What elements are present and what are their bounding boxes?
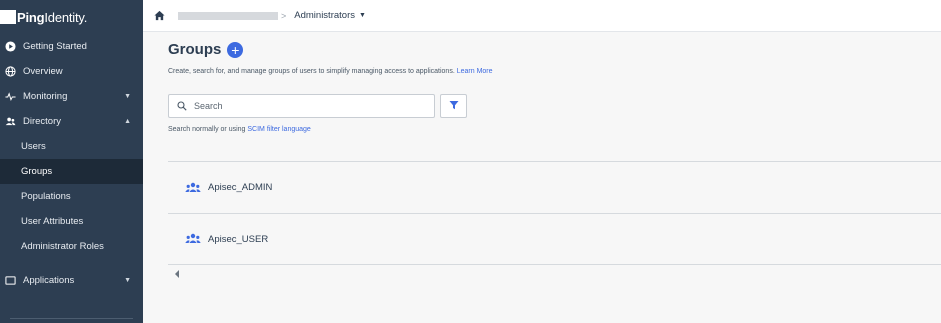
group-name: Apisec_USER	[208, 233, 269, 245]
description-text: Create, search for, and manage groups of…	[168, 68, 455, 75]
breadcrumb-current[interactable]: Administrators	[294, 10, 355, 21]
group-name: Apisec_ADMIN	[208, 182, 273, 193]
sidebar-subitem-user-attributes[interactable]: User Attributes	[0, 209, 143, 234]
page-title: Groups	[168, 41, 222, 58]
logo-text: PingIdentity.	[17, 9, 88, 25]
list-item[interactable]: Apisec_USER	[168, 213, 941, 265]
caret-down-icon[interactable]: ▼	[359, 12, 366, 19]
window-icon	[4, 275, 16, 287]
sidebar-item-directory[interactable]: Directory ▲	[0, 109, 143, 134]
globe-icon	[4, 66, 16, 78]
scim-filter-link[interactable]: SCIM filter language	[247, 126, 310, 133]
sidebar-item-overview[interactable]: Overview	[0, 59, 143, 84]
list-item[interactable]: Apisec_ADMIN	[168, 161, 941, 213]
sidebar-item-label: Monitoring	[23, 91, 68, 102]
learn-more-link[interactable]: Learn More	[457, 68, 493, 75]
search-box	[168, 94, 435, 118]
sidebar-item-label: Overview	[23, 66, 63, 77]
sidebar-subitem-populations[interactable]: Populations	[0, 184, 143, 209]
users-icon	[4, 116, 16, 128]
groups-list: Apisec_ADMIN Apisec_USER	[168, 161, 941, 265]
search-hint-text: Search normally or using	[168, 126, 246, 133]
sidebar-subitem-administrator-roles[interactable]: Administrator Roles	[0, 234, 143, 259]
add-group-button[interactable]: +	[227, 41, 244, 58]
sidebar: PingIdentity. Getting Started Overview M…	[0, 0, 143, 323]
ping-identity-logo[interactable]: PingIdentity.	[0, 0, 143, 34]
pulse-icon	[4, 91, 16, 103]
breadcrumb-separator: >	[281, 10, 287, 21]
search-input[interactable]	[194, 101, 424, 111]
group-icon	[185, 182, 201, 194]
sidebar-subitem-users[interactable]: Users	[0, 134, 143, 159]
sidebar-subitem-groups[interactable]: Groups	[0, 159, 143, 184]
play-circle-icon	[4, 41, 16, 53]
home-icon[interactable]	[153, 10, 165, 22]
search-icon	[177, 101, 187, 111]
sidebar-item-label: Directory	[23, 116, 62, 127]
filter-icon	[449, 97, 459, 115]
sidebar-nav: Getting Started Overview Monitoring ▼ Di…	[0, 34, 143, 293]
sidebar-item-getting-started[interactable]: Getting Started	[0, 34, 143, 59]
chevron-down-icon: ▼	[124, 93, 131, 100]
search-hint: Search normally or using SCIM filter lan…	[168, 126, 311, 133]
chevron-down-icon: ▼	[124, 277, 131, 284]
page-description: Create, search for, and manage groups of…	[168, 68, 493, 75]
scroll-left-arrow-icon[interactable]	[173, 269, 181, 279]
sidebar-item-label: Applications	[23, 275, 75, 286]
main-content: Groups + Create, search for, and manage …	[143, 32, 941, 323]
sidebar-item-applications[interactable]: Applications ▼	[0, 268, 143, 293]
filter-button[interactable]	[440, 94, 467, 118]
sidebar-item-label: Getting Started	[23, 41, 87, 52]
chevron-up-icon: ▲	[124, 118, 131, 125]
group-icon	[185, 233, 201, 245]
page-header: Groups +	[168, 41, 244, 58]
sidebar-divider	[10, 318, 133, 319]
sidebar-item-monitoring[interactable]: Monitoring ▼	[0, 84, 143, 109]
breadcrumb-redacted[interactable]	[178, 11, 278, 20]
logo-mark	[0, 10, 16, 24]
app-window: PingIdentity. Getting Started Overview M…	[0, 0, 941, 323]
top-bar: > Administrators ▼	[143, 0, 941, 32]
